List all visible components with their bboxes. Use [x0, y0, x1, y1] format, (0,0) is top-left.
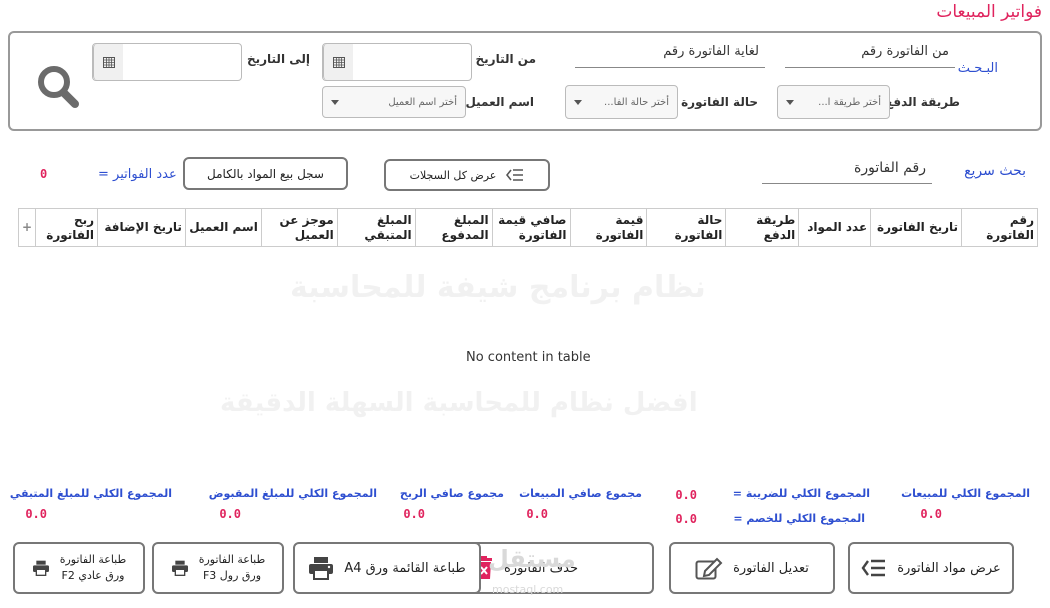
full-sales-log-button[interactable]: سجل بيع المواد بالكامل: [183, 157, 348, 190]
printer-icon: [309, 557, 334, 580]
total-received-value: 0.0: [219, 507, 241, 521]
print-roll-line1: طباعة الفاتورة: [198, 553, 266, 566]
print-roll-line2: ورق رول F3: [202, 569, 262, 582]
expand-columns-button[interactable]: +: [17, 208, 37, 247]
col-invoice-value[interactable]: قيمة الفاتورة: [569, 208, 648, 247]
edit-icon: [695, 557, 723, 580]
col-customer-name[interactable]: اسم العميل: [184, 208, 262, 247]
from-invoice-field[interactable]: من الفاتورة رقم: [785, 44, 955, 68]
payment-method-label: طريقة الدفع: [885, 95, 960, 109]
total-tax-value: 0.0: [675, 488, 697, 502]
customer-label: اسم العميل: [465, 95, 534, 109]
total-sales-value: 0.0: [920, 507, 942, 521]
total-sales-label: المجموع الكلي للمبيعات: [901, 487, 1030, 500]
chevron-down-icon: [331, 99, 339, 105]
list-arrow-icon: [506, 169, 524, 181]
edit-invoice-button[interactable]: تعديل الفاتورة: [669, 542, 835, 594]
total-discount-label: المجموع الكلي للخصم =: [733, 512, 865, 525]
print-plain-line1: طباعة الفاتورة: [59, 553, 127, 566]
edit-label: تعديل الفاتورة: [733, 560, 809, 576]
table-header-row: رقم الفاتورة تاريخ الفاتورة عدد المواد ط…: [17, 208, 1038, 247]
col-net-value[interactable]: صافي قيمة الفاتورة: [491, 208, 571, 247]
calendar-icon[interactable]: [93, 44, 123, 80]
show-all-label: عرض كل السجلات: [409, 168, 497, 182]
net-sales-label: مجموع صافي المبيعات: [519, 487, 642, 500]
brand-url: mostaql.com: [492, 583, 564, 596]
to-date-label: إلى التاريخ: [246, 52, 310, 66]
col-payment-method[interactable]: طريقة الدفع: [725, 208, 800, 247]
quick-search-label: بحث سريع: [964, 163, 1026, 179]
invoice-status-value: أختر حالة الفا...: [604, 96, 669, 108]
view-invoice-items-button[interactable]: عرض مواد الفاتورة: [848, 542, 1014, 594]
from-date-input[interactable]: [322, 43, 472, 81]
total-remaining-label: المجموع الكلي للمبلغ المتبقي: [9, 487, 172, 500]
col-paid-amount[interactable]: المبلغ المدفوع: [414, 208, 493, 247]
col-invoice-date[interactable]: تاريخ الفاتورة: [870, 208, 963, 247]
col-invoice-profit[interactable]: ربح الفاتورة: [35, 208, 99, 247]
invoice-status-select[interactable]: أختر حالة الفا...: [565, 85, 678, 119]
net-profit-value: 0.0: [403, 507, 425, 521]
col-invoice-status[interactable]: حالة الفاتورة: [646, 208, 727, 247]
sales-invoices-screen: نظام برنامج شيفة للمحاسبة افضل نظام للمح…: [0, 0, 1050, 608]
invoice-count-label: عدد الفواتير =: [98, 167, 177, 182]
col-added-date[interactable]: تاريخ الإضافة: [97, 208, 186, 247]
col-invoice-number[interactable]: رقم الفاتورة: [961, 208, 1038, 247]
col-customer-summary[interactable]: موجز عن العميل: [260, 208, 338, 247]
from-date-label: من التاريخ: [475, 52, 537, 66]
to-date-input[interactable]: [92, 43, 242, 81]
invoice-count-value: 0: [40, 167, 48, 181]
view-items-label: عرض مواد الفاتورة: [897, 560, 1001, 576]
net-sales-value: 0.0: [526, 507, 548, 521]
customer-value: أختر اسم العميل: [388, 96, 457, 108]
col-items-count[interactable]: عدد المواد: [798, 208, 872, 247]
invoices-table: رقم الفاتورة تاريخ الفاتورة عدد المواد ط…: [17, 208, 1038, 247]
net-profit-label: مجموع صافي الربح: [399, 487, 504, 500]
total-remaining-value: 0.0: [25, 507, 47, 521]
show-all-records-button[interactable]: عرض كل السجلات: [384, 159, 550, 191]
chevron-down-icon: [574, 99, 582, 105]
page-title: فواتير المبيعات: [936, 2, 1042, 22]
invoices-table-wrapper: رقم الفاتورة تاريخ الفاتورة عدد المواد ط…: [17, 208, 1038, 247]
print-a4-label: طباعة القائمة ورق A4: [344, 560, 466, 576]
chevron-down-icon: [786, 99, 794, 105]
total-tax-label: المجموع الكلي للضريبة =: [732, 487, 870, 500]
col-remaining-amount[interactable]: المبلغ المتبقي: [336, 208, 416, 247]
customer-select[interactable]: أختر اسم العميل: [322, 86, 466, 118]
printer-icon: [32, 560, 49, 576]
to-invoice-field[interactable]: لغاية الفاتورة رقم: [575, 44, 765, 68]
printer-icon: [171, 560, 188, 576]
total-discount-value: 0.0: [675, 512, 697, 526]
empty-table-message: No content in table: [466, 350, 591, 365]
watermark-line-2: افضل نظام للمحاسبة السهلة الدقيقة: [220, 388, 698, 418]
search-icon[interactable]: [36, 64, 80, 114]
print-list-a4-button[interactable]: طباعة القائمة ورق A4: [293, 542, 481, 594]
search-label[interactable]: البـحـث: [958, 61, 998, 76]
quick-search-input[interactable]: رقم الفاتورة: [762, 160, 932, 184]
payment-method-value: أختر طريقة ا...: [818, 96, 881, 108]
print-invoice-roll-button[interactable]: طباعة الفاتورة ورق رول F3: [152, 542, 284, 594]
total-received-label: المجموع الكلي للمبلغ المقبوض: [208, 487, 377, 500]
print-plain-line2: ورق عادي F2: [61, 569, 125, 582]
brand-watermark: مستقل: [488, 545, 576, 573]
print-invoice-plain-button[interactable]: طباعة الفاتورة ورق عادي F2: [13, 542, 145, 594]
payment-method-select[interactable]: أختر طريقة ا...: [777, 85, 890, 119]
invoice-status-label: حالة الفاتورة: [681, 95, 758, 109]
watermark-line-1: نظام برنامج شيفة للمحاسبة: [290, 270, 706, 305]
calendar-icon[interactable]: [323, 44, 353, 80]
list-arrow-icon: [861, 559, 886, 577]
